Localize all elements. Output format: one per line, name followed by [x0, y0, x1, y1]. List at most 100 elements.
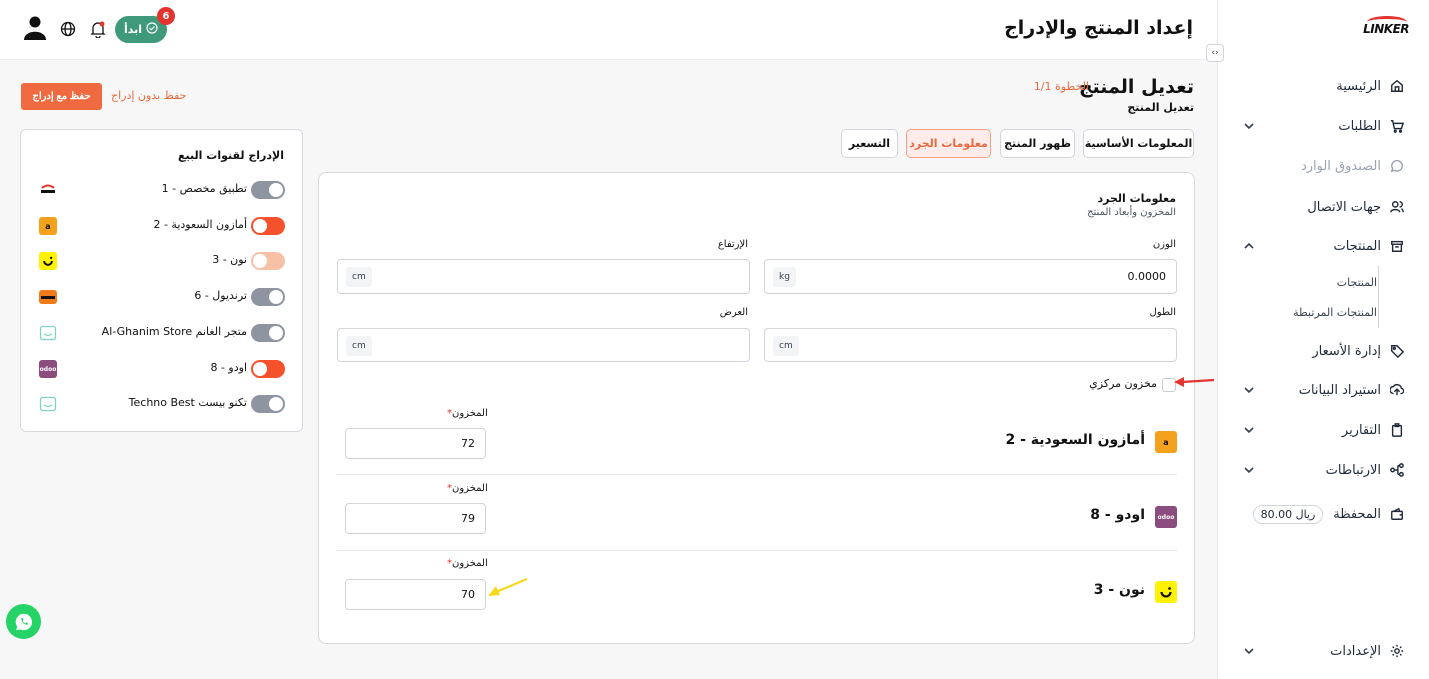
wallet-icon: [1389, 506, 1405, 522]
channel-toggle[interactable]: [251, 181, 285, 199]
channel-label: اودو - 8: [210, 361, 247, 374]
weight-unit: kg: [773, 267, 796, 287]
linker-logo-icon: [39, 181, 57, 199]
stock-row: a أمازون السعودية - 2 *المخزون 72: [337, 400, 1177, 475]
step-indicator: الخطوة 1/1: [1033, 80, 1089, 93]
check-circle-icon: [146, 22, 158, 37]
section-title: معلومات الجرد: [1097, 192, 1176, 205]
sidebar-subitem-linked-products[interactable]: المنتجات المرتبطة: [1293, 306, 1377, 319]
save-with-listing-button[interactable]: حفظ مع إدراج: [21, 83, 102, 110]
sidebar-item-label: جهات الاتصال: [1307, 199, 1381, 215]
stock-value: 79: [461, 512, 475, 525]
inventory-card: معلومات الجرد المخزون وأبعاد المنتج الوز…: [318, 172, 1195, 644]
channel-toggle[interactable]: [251, 288, 285, 306]
globe-icon[interactable]: [60, 21, 76, 37]
breadcrumb: تعديل المنتج: [1127, 101, 1194, 114]
channel-label: Techno Best تكنو بيست: [128, 396, 247, 409]
chevron-down-icon[interactable]: [1242, 463, 1256, 477]
gear-icon: [1389, 643, 1405, 659]
channels-title: الإدراج لقنوات البيع: [178, 149, 284, 162]
sidebar-item-label: الصندوق الوارد: [1300, 158, 1381, 174]
cart-icon: [1389, 118, 1405, 134]
stock-channel-name: أمازون السعودية - 2: [1005, 432, 1145, 448]
stock-input[interactable]: 70: [345, 579, 486, 610]
length-input[interactable]: cm: [764, 328, 1177, 362]
channel-row: a أمازون السعودية - 2: [21, 215, 304, 237]
sidebar-item-integrations[interactable]: الارتباطات: [1217, 456, 1429, 484]
sidebar-item-contacts[interactable]: جهات الاتصال: [1217, 193, 1429, 221]
channel-toggle[interactable]: [251, 360, 285, 378]
sidebar-item-pricing[interactable]: إدارة الأسعار: [1217, 337, 1429, 365]
whatsapp-icon[interactable]: [6, 604, 41, 639]
sidebar: LINKER الرئيسية الطلبات الصندوق الوارد ج…: [1217, 0, 1429, 679]
length-label: الطول: [1149, 307, 1176, 318]
linker-logo[interactable]: LINKER: [1361, 16, 1409, 50]
channel-row: ترنديول - 6: [21, 286, 304, 308]
stock-label: *المخزون: [447, 483, 488, 494]
sidebar-item-wallet[interactable]: المحفظة 80.00 ريال: [1217, 500, 1429, 528]
sidebar-subitem-products[interactable]: المنتجات: [1337, 276, 1377, 289]
channel-row: odoo اودو - 8: [21, 358, 304, 380]
tab-pricing[interactable]: التسعير: [841, 129, 898, 158]
start-notification-badge: 6: [157, 7, 175, 25]
sales-channels-panel: الإدراج لقنوات البيع تطبيق مخصص - 1 a أم…: [20, 129, 303, 432]
weight-input[interactable]: kg 0.0000: [764, 259, 1177, 294]
tab-inventory-info[interactable]: معلومات الجرد: [906, 129, 991, 158]
share-icon: [1389, 462, 1405, 478]
tab-product-visibility[interactable]: ظهور المنتج: [1000, 129, 1075, 158]
stock-row: نون - 3 *المخزون 70: [337, 552, 1177, 627]
channel-toggle[interactable]: [251, 217, 285, 235]
height-input[interactable]: cm: [337, 259, 750, 294]
sidebar-item-label: الإعدادات: [1330, 643, 1381, 659]
user-icon[interactable]: [24, 16, 46, 40]
sidebar-item-label: الطلبات: [1338, 118, 1381, 134]
sidebar-item-settings[interactable]: الإعدادات: [1217, 637, 1429, 665]
chevron-down-icon[interactable]: [1242, 644, 1256, 658]
channel-row: Techno Best تكنو بيست: [21, 393, 304, 415]
width-input[interactable]: cm: [337, 328, 750, 362]
chevron-up-icon[interactable]: [1242, 239, 1256, 253]
sidebar-item-orders[interactable]: الطلبات: [1217, 112, 1429, 140]
height-label: الإرتفاع: [717, 239, 748, 250]
submenu-divider: [1378, 266, 1379, 328]
stock-label: *المخزون: [447, 558, 488, 569]
sidebar-item-label: المحفظة: [1333, 506, 1381, 522]
stock-channel-name: اودو - 8: [1090, 507, 1145, 523]
page-header-title: إعداد المنتج والإدراج: [1004, 17, 1193, 39]
amazon-logo-icon: a: [39, 217, 57, 235]
odoo-logo-icon: odoo: [39, 360, 57, 378]
sidebar-item-home[interactable]: الرئيسية: [1217, 72, 1429, 100]
home-icon: [1389, 78, 1405, 94]
tab-basic-info[interactable]: المعلومات الأساسية: [1083, 129, 1194, 158]
sidebar-item-label: إدارة الأسعار: [1312, 343, 1381, 359]
channel-toggle[interactable]: [251, 395, 285, 413]
sidebar-item-reports[interactable]: التقارير: [1217, 416, 1429, 444]
channel-toggle[interactable]: [251, 324, 285, 342]
box-icon: [1389, 238, 1405, 254]
chat-icon: [1389, 158, 1405, 174]
section-subtitle: المخزون وأبعاد المنتج: [1087, 207, 1176, 218]
noon-logo-icon: [39, 252, 57, 270]
stock-input[interactable]: 79: [345, 503, 486, 534]
bell-icon[interactable]: [90, 20, 106, 39]
channel-row: نون - 3: [21, 250, 304, 272]
height-unit: cm: [346, 267, 372, 287]
weight-value: 0.0000: [1127, 270, 1167, 283]
channel-label: نون - 3: [212, 253, 247, 266]
store-icon: [39, 324, 57, 342]
wallet-balance-badge: 80.00 ريال: [1252, 504, 1324, 524]
sidebar-item-products[interactable]: المنتجات: [1217, 232, 1429, 260]
channel-toggle[interactable]: [251, 252, 285, 270]
sidebar-item-import[interactable]: استيراد البيانات: [1217, 376, 1429, 404]
sidebar-item-inbox[interactable]: الصندوق الوارد: [1217, 152, 1429, 180]
chevron-down-icon[interactable]: [1242, 423, 1256, 437]
sidebar-collapse-button[interactable]: ‹›: [1206, 44, 1224, 62]
sidebar-item-label: الارتباطات: [1325, 462, 1381, 478]
stock-input[interactable]: 72: [345, 428, 486, 459]
sidebar-item-label: المنتجات: [1333, 238, 1381, 254]
upload-icon: [1389, 382, 1405, 398]
channel-label: تطبيق مخصص - 1: [161, 182, 247, 195]
save-without-listing-button[interactable]: حفظ بدون إدراج: [111, 89, 186, 102]
chevron-down-icon[interactable]: [1242, 119, 1256, 133]
chevron-down-icon[interactable]: [1242, 383, 1256, 397]
